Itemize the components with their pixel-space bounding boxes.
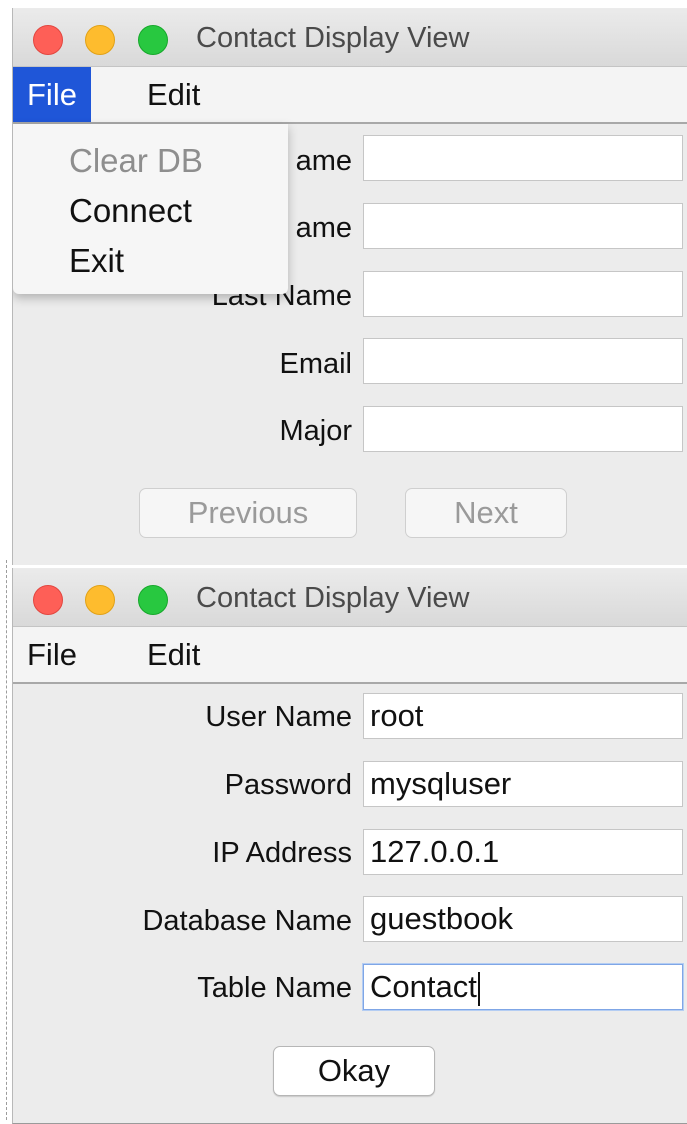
text-caret [477,971,480,1006]
user-name-label: User Name [205,701,352,733]
password-label: Password [224,769,352,801]
database-name-field[interactable]: guestbook [363,896,683,942]
next-button[interactable]: Next [405,488,567,538]
table-name-label: Table Name [197,972,352,1004]
menu-file[interactable]: File [13,67,91,122]
close-icon[interactable] [33,25,63,55]
menu-file[interactable]: File [27,627,77,682]
menu-item-clear-db[interactable]: Clear DB [69,142,203,180]
menu-edit[interactable]: Edit [147,627,200,682]
okay-button[interactable]: Okay [273,1046,435,1096]
title-bar[interactable]: Contact Display View [13,8,687,67]
database-name-label: Database Name [142,905,352,937]
zoom-icon[interactable] [138,585,168,615]
menu-bar: File Edit [13,627,687,684]
menu-edit[interactable]: Edit [133,67,214,122]
email-label: Email [279,348,352,380]
contact-display-window-bottom: Contact Display View File Edit User Name… [12,568,687,1124]
background-dashed-edge [6,560,8,1120]
table-name-field[interactable]: Contact [363,964,683,1010]
window-title: Contact Display View [196,582,470,614]
minimize-icon[interactable] [85,25,115,55]
password-field[interactable]: mysqluser [363,761,683,807]
window-title: Contact Display View [196,22,470,54]
title-bar[interactable]: Contact Display View [13,568,687,627]
email-field[interactable] [363,338,683,384]
ip-address-label: IP Address [212,837,352,869]
major-label: Major [279,415,352,447]
zoom-icon[interactable] [138,25,168,55]
user-name-field[interactable]: root [363,693,683,739]
first-name-field[interactable] [363,135,683,181]
menu-item-exit[interactable]: Exit [69,242,124,280]
ip-address-field[interactable]: 127.0.0.1 [363,829,683,875]
middle-name-field[interactable] [363,203,683,249]
middle-name-label: ame [295,212,352,244]
file-menu-dropdown: Clear DB Connect Exit [13,124,288,294]
minimize-icon[interactable] [85,585,115,615]
close-icon[interactable] [33,585,63,615]
table-name-value: Contact [370,969,477,1004]
major-field[interactable] [363,406,683,452]
menu-item-connect[interactable]: Connect [69,192,192,230]
contact-display-window-top: Contact Display View File Edit ame ame L… [12,8,687,565]
menu-bar: File Edit [13,67,687,124]
first-name-label: ame [295,145,352,177]
previous-button[interactable]: Previous [139,488,357,538]
last-name-field[interactable] [363,271,683,317]
